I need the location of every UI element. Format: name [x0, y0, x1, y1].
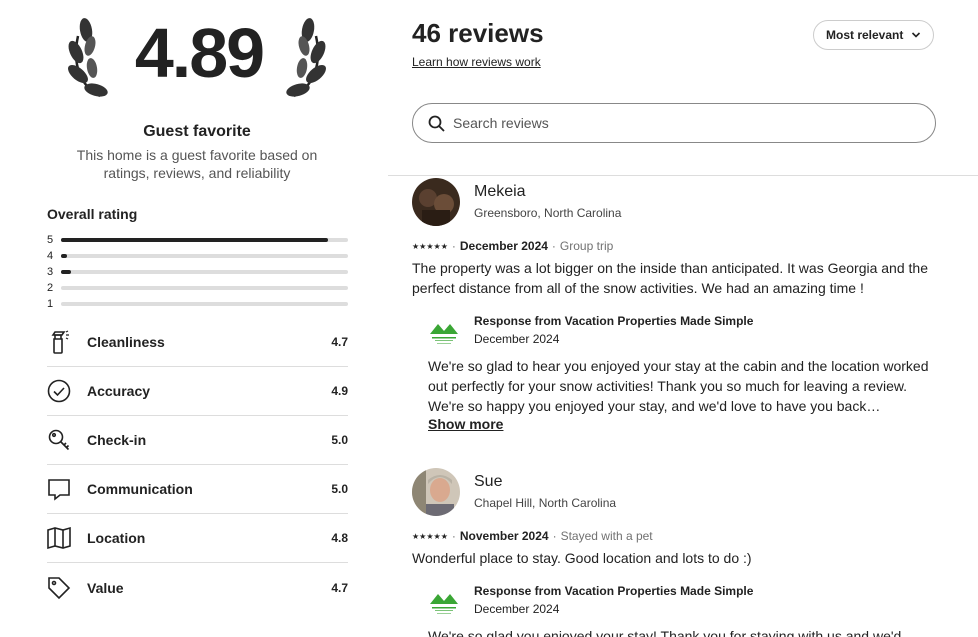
rating-distribution: 5 4 3 2 1 — [47, 232, 348, 312]
key-icon — [47, 428, 71, 452]
response-date: December 2024 — [474, 332, 560, 346]
review-text: The property was a lot bigger on the ins… — [412, 260, 928, 296]
host-response: Response from Vacation Properties Made S… — [428, 314, 938, 438]
category-accuracy: Accuracy 4.9 — [47, 367, 348, 416]
trip-type: Group trip — [559, 239, 614, 253]
category-value: 4.7 — [331, 580, 348, 595]
category-communication: Communication 5.0 — [47, 465, 348, 514]
rating-bar-track — [61, 286, 348, 290]
review-date: December 2024 — [459, 239, 548, 253]
star-rating: ★★★★★ — [412, 241, 448, 251]
category-ratings: Cleanliness 4.7 Accuracy 4.9 Check-in 5.… — [47, 318, 348, 612]
host-logo-icon — [430, 594, 458, 614]
response-text: We're so glad to hear you enjoyed your s… — [428, 358, 929, 414]
category-value: 5.0 — [331, 433, 348, 447]
category-cleanliness: Cleanliness 4.7 — [47, 318, 348, 367]
rating-bar-label: 4 — [47, 250, 54, 262]
rating-summary-panel: 4.89 Guest favorite This home is a guest… — [0, 0, 395, 637]
category-label: Communication — [87, 481, 193, 497]
laurel-left-icon — [68, 18, 108, 98]
rating-bar-track — [61, 270, 348, 274]
category-label: Location — [87, 530, 146, 546]
rating-bar-fill — [61, 254, 67, 258]
star-rating: ★★★★★ — [412, 531, 448, 541]
reviewer-name: Mekeia — [474, 183, 526, 200]
rating-bar-label: 1 — [47, 298, 54, 310]
rating-bar-label: 5 — [47, 234, 54, 246]
sort-dropdown-button[interactable]: Most relevant — [813, 20, 935, 50]
reviewer-location: Chapel Hill, North Carolina — [474, 496, 617, 510]
review-item: Mekeia Greensboro, North Carolina ★★★★★ … — [412, 178, 942, 448]
category-value: 4.7 — [331, 335, 348, 349]
search-reviews-field[interactable] — [412, 103, 936, 143]
category-label: Accuracy — [87, 383, 151, 399]
reviewer-location: Greensboro, North Carolina — [474, 206, 622, 220]
reviews-panel: 46 reviews Learn how reviews work Most r… — [388, 0, 978, 637]
host-logo-icon — [430, 324, 458, 344]
review-date: November 2024 — [459, 529, 549, 543]
rating-bar-row: 4 — [47, 248, 348, 264]
category-label: Check-in — [87, 432, 147, 448]
tag-icon — [47, 576, 71, 600]
reviews-count-heading: 46 reviews — [412, 18, 544, 48]
map-icon — [47, 526, 71, 550]
laurel-right-icon — [286, 18, 326, 98]
avatar[interactable] — [412, 468, 460, 516]
rating-bar-row: 1 — [47, 296, 348, 312]
category-value: 4.8 — [331, 531, 348, 545]
rating-bar-label: 2 — [47, 282, 54, 294]
rating-bar-track — [61, 302, 348, 306]
category-label: Cleanliness — [87, 334, 165, 350]
chevron-down-icon — [912, 32, 921, 38]
response-title: Response from Vacation Properties Made S… — [474, 314, 754, 328]
category-value: 4.9 — [331, 384, 348, 398]
response-date: December 2024 — [474, 602, 560, 616]
trip-type: Stayed with a pet — [560, 529, 653, 543]
divider — [388, 175, 978, 176]
category-location: Location 4.8 — [47, 514, 348, 563]
chat-bubble-icon — [47, 477, 71, 501]
overall-rating-title: Overall rating — [47, 206, 138, 222]
review-meta: ★★★★★ · November 2024 · Stayed with a pe… — [412, 529, 653, 543]
response-title: Response from Vacation Properties Made S… — [474, 584, 754, 598]
spray-bottle-icon — [47, 330, 71, 354]
learn-reviews-link[interactable]: Learn how reviews work — [412, 55, 541, 69]
overall-rating-value: 4.89 — [134, 14, 265, 92]
rating-bar-track — [61, 238, 348, 242]
rating-bar-fill — [61, 270, 72, 274]
category-label: Value — [87, 579, 124, 596]
rating-bar-row: 2 — [47, 280, 348, 296]
avatar[interactable] — [412, 178, 460, 226]
reviewer-name: Sue — [474, 473, 503, 490]
search-icon — [428, 115, 445, 132]
response-text: We're so glad you enjoyed your stay! Tha… — [428, 628, 902, 637]
rating-bar-track — [61, 254, 348, 258]
category-value: Value 4.7 — [47, 563, 348, 612]
check-circle-icon — [47, 379, 71, 403]
review-meta: ★★★★★ · December 2024 · Group trip — [412, 239, 614, 253]
review-text: Wonderful place to stay. Good location a… — [412, 550, 752, 566]
show-more-link[interactable]: Show more — [428, 416, 503, 432]
rating-bar-row: 5 — [47, 232, 348, 248]
category-value: 5.0 — [331, 482, 348, 496]
sort-label: Most relevant — [826, 28, 904, 42]
rating-bar-row: 3 — [47, 264, 348, 280]
review-item: Sue Chapel Hill, North Carolina ★★★★★ · … — [412, 468, 942, 637]
rating-bar-fill — [61, 238, 328, 242]
search-input[interactable] — [453, 115, 893, 131]
guest-favorite-title: Guest favorite — [143, 123, 251, 140]
host-response: Response from Vacation Properties Made S… — [428, 584, 938, 637]
guest-favorite-subtitle: This home is a guest favorite based on r… — [76, 147, 318, 181]
category-checkin: Check-in 5.0 — [47, 416, 348, 465]
rating-bar-label: 3 — [47, 266, 54, 278]
